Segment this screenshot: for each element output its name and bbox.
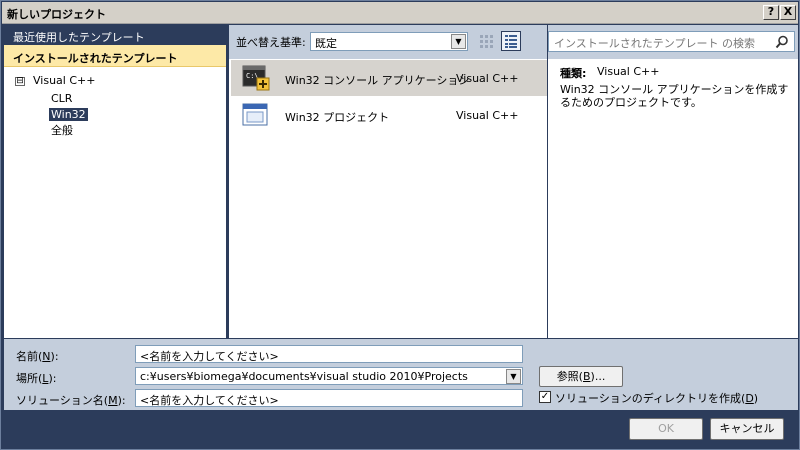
kind-value: Visual C++ [597,65,660,78]
template-name: Win32 プロジェクト [285,111,390,124]
sort-dropdown[interactable]: 既定 ▼ [310,32,468,51]
ok-button[interactable]: OK [629,418,703,440]
cancel-button[interactable]: キャンセル [710,418,784,440]
chevron-down-icon[interactable]: ▼ [506,369,521,384]
tree-node-visual-cpp[interactable]: Visual C++ [33,73,95,89]
template-list-pane: 並べ替え基準: 既定 ▼ C:\ Win32 コンソール アプリケーション Vi… [229,25,547,338]
template-language: Visual C++ [456,72,519,85]
location-label: 場所(L): [16,372,57,385]
window-title: 新しいプロジェクト [7,8,106,21]
template-language: Visual C++ [456,109,519,122]
list-view-icon[interactable] [501,31,521,51]
tree-node-win32[interactable]: Win32 [49,108,88,121]
browse-button[interactable]: 参照(B)... [539,366,623,387]
create-directory-label: ソリューションのディレクトリを作成(D) [555,392,759,405]
installed-templates-header[interactable]: インストールされたテンプレート [4,45,226,67]
recent-templates-link[interactable]: 最近使用したテンプレート [4,25,226,45]
win32-project-icon [242,101,270,129]
solution-name-input[interactable]: <名前を入力してください> [135,389,523,407]
sort-value: 既定 [315,37,337,50]
close-button[interactable]: X [780,5,796,20]
dialog-footer: OK キャンセル [4,411,798,448]
template-item-win32-project[interactable]: Win32 プロジェクト Visual C++ [231,97,547,133]
help-button[interactable]: ? [763,5,779,20]
sort-toolbar: 並べ替え基準: 既定 ▼ [229,25,547,59]
location-combobox[interactable]: c:¥users¥biomega¥documents¥visual studio… [135,367,523,385]
collapse-icon[interactable]: ⊟ [15,77,25,86]
console-app-icon: C:\ [242,64,270,92]
name-label: 名前(N): [16,350,59,363]
solution-name-label: ソリューション名(M): [16,394,126,407]
chevron-down-icon[interactable]: ▼ [451,34,466,49]
template-category-pane: 最近使用したテンプレート インストールされたテンプレート ⊟ Visual C+… [4,25,226,338]
tree-node-clr[interactable]: CLR [51,91,72,107]
template-details-pane: インストールされたテンプレート の検索 種類: Visual C++ Win32… [548,25,798,338]
location-value: c:¥users¥biomega¥documents¥visual studio… [140,370,468,383]
sort-label: 並べ替え基準: [236,36,306,49]
kind-label: 種類: [560,67,587,80]
search-placeholder: インストールされたテンプレート の検索 [554,37,755,50]
create-directory-checkbox[interactable]: ✓ [539,391,551,403]
search-icon[interactable] [775,35,789,49]
template-name: Win32 コンソール アプリケーション [285,74,470,87]
tree-node-general[interactable]: 全般 [51,123,73,139]
template-search-input[interactable]: インストールされたテンプレート の検索 [548,31,795,52]
new-project-dialog: 新しいプロジェクト ? X 最近使用したテンプレート インストールされたテンプレ… [0,0,800,450]
template-description: Win32 コンソール アプリケーションを作成するためのプロジェクトです。 [560,83,789,109]
project-name-input[interactable]: <名前を入力してください> [135,345,523,363]
small-icons-view-icon[interactable] [476,31,496,51]
project-settings-form: 名前(N): <名前を入力してください> 場所(L): c:¥users¥bio… [4,339,798,410]
title-bar: 新しいプロジェクト ? X [2,2,798,24]
search-bar: インストールされたテンプレート の検索 [548,25,798,59]
template-item-console-app[interactable]: C:\ Win32 コンソール アプリケーション Visual C++ [231,60,547,96]
